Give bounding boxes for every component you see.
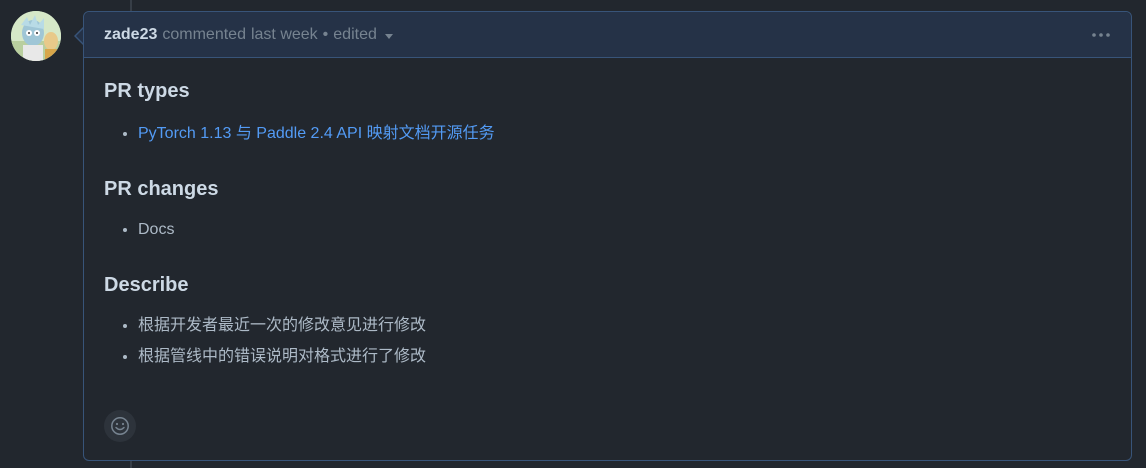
pr-type-link[interactable]: PyTorch 1.13 与 Paddle 2.4 API 映射文档开源任务	[138, 125, 495, 142]
caret-down-icon	[384, 33, 393, 39]
section-pr-types: PR types PyTorch 1.13 与 Paddle 2.4 API 映…	[104, 76, 1111, 149]
section-heading: Describe	[104, 274, 189, 296]
comment-box: zade23 commented last week • edited PR t…	[83, 11, 1132, 461]
add-reaction-button[interactable]	[104, 410, 136, 442]
author-link[interactable]: zade23	[104, 26, 157, 44]
comment-body: PR types PyTorch 1.13 与 Paddle 2.4 API 映…	[84, 58, 1131, 372]
list-item: 根据开发者最近一次的修改意见进行修改	[138, 310, 1111, 341]
section-describe: Describe 根据开发者最近一次的修改意见进行修改 根据管线中的错误说明对格…	[104, 270, 1111, 372]
smiley-icon	[111, 417, 129, 435]
bullet-list: PyTorch 1.13 与 Paddle 2.4 API 映射文档开源任务	[104, 118, 1111, 149]
list-item: PyTorch 1.13 与 Paddle 2.4 API 映射文档开源任务	[138, 118, 1111, 149]
bullet-list: Docs	[104, 214, 1111, 245]
edited-label: edited	[333, 25, 377, 43]
bullet-list: 根据开发者最近一次的修改意见进行修改 根据管线中的错误说明对格式进行了修改	[104, 310, 1111, 372]
edited-dropdown[interactable]: edited	[333, 26, 393, 44]
comment-header: zade23 commented last week • edited	[84, 12, 1131, 58]
comment-timestamp[interactable]: last week	[251, 26, 318, 44]
comment-action: commented	[162, 25, 246, 43]
avatar-image	[11, 11, 61, 61]
list-item: 根据管线中的错误说明对格式进行了修改	[138, 341, 1111, 372]
section-pr-changes: PR changes Docs	[104, 174, 1111, 245]
kebab-horizontal-icon[interactable]	[1091, 22, 1111, 48]
section-heading: PR types	[104, 80, 190, 102]
list-item: Docs	[138, 214, 1111, 245]
author-avatar[interactable]	[11, 11, 61, 61]
section-heading: PR changes	[104, 178, 219, 200]
meta-separator: •	[322, 25, 329, 43]
